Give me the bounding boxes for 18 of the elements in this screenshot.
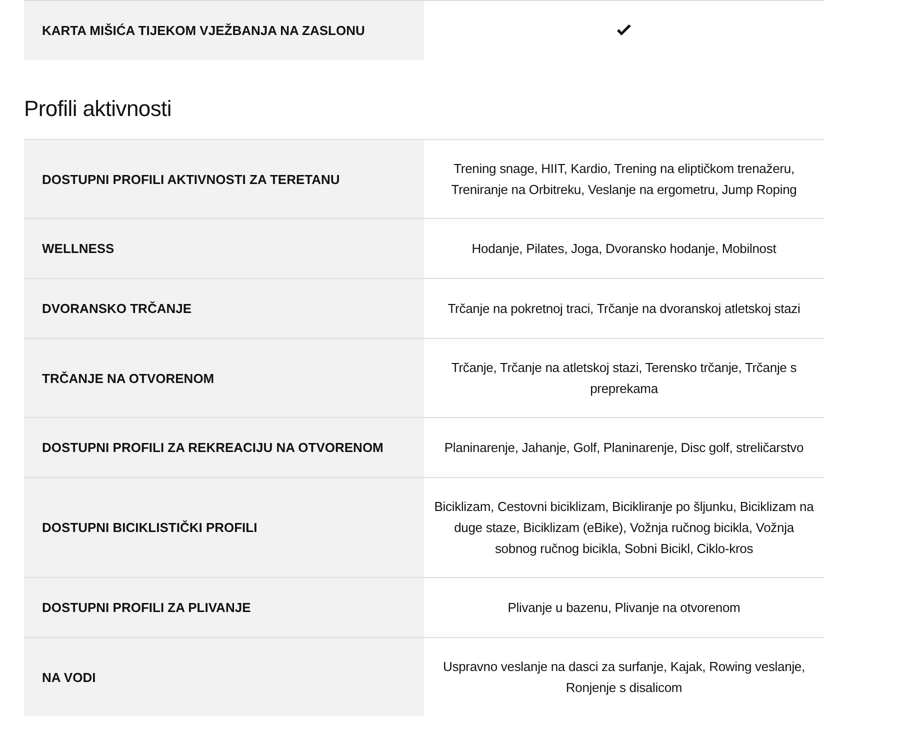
spec-label: DOSTUPNI BICIKLISTIČKI PROFILI (24, 478, 424, 577)
spec-value: Planinarenje, Jahanje, Golf, Planinarenje, Disc golf, streličarstvo (443, 439, 805, 457)
spec-value: Trening snage, HIIT, Kardio, Trening na eliptičkom trenažeru, Treniranje na Orbitreku, Veslanje na ergometru, Jump Roping (450, 160, 798, 199)
spec-value: Uspravno veslanje na dasci za surfanje, Kajak, Rowing veslanje, Ronjenje s disalicom (442, 658, 806, 697)
section-heading: Profili aktivnosti (24, 96, 172, 122)
spec-value: Trčanje na pokretnoj traci, Trčanje na dvoranskoj atletskoj stazi (446, 300, 802, 318)
spec-value: Biciklizam, Cestovni biciklizam, Bicikliranje po šljunku, Biciklizam na duge staze, Biciklizam (eBike), Vožnja ručnog bicikla, Vožnja sobnog ručnog bicikla, Sobni Bicikl, Ciklo-kros (433, 498, 815, 558)
spec-label: WELLNESS (24, 219, 424, 278)
spec-label: DOSTUPNI PROFILI ZA PLIVANJE (24, 578, 424, 637)
spec-label: DOSTUPNI PROFILI ZA REKREACIJU NA OTVORENOM (24, 418, 424, 477)
spec-value: Trčanje, Trčanje na atletskoj stazi, Terensko trčanje, Trčanje s preprekama (450, 359, 798, 398)
spec-value: Hodanje, Pilates, Joga, Dvoransko hodanje, Mobilnost (470, 240, 778, 258)
spec-label: DVORANSKO TRČANJE (24, 279, 424, 338)
spec-label: NA VODI (24, 638, 424, 716)
spec-label: KARTA MIŠIĆA TIJEKOM VJEŽBANJA NA ZASLONU (24, 1, 424, 60)
spec-label: DOSTUPNI PROFILI AKTIVNOSTI ZA TERETANU (24, 140, 424, 218)
spec-label: TRČANJE NA OTVORENOM (24, 339, 424, 417)
spec-value: Plivanje u bazenu, Plivanje na otvorenom (506, 599, 742, 617)
